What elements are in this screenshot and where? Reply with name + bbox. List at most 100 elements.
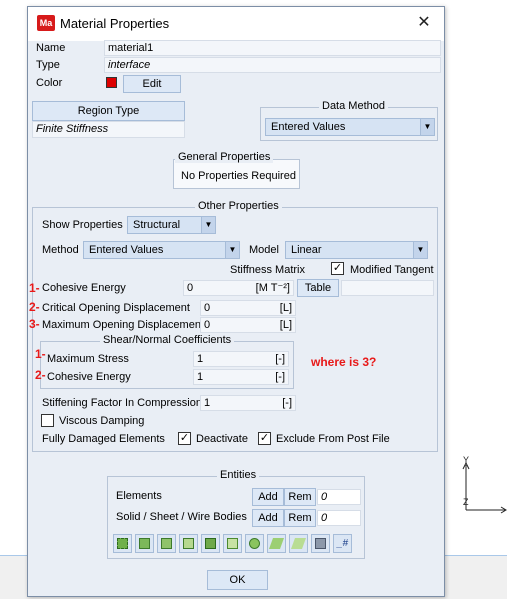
select-edges-icon[interactable] [157,534,176,553]
maximum-opening-label: Maximum Opening Displacement [42,319,205,331]
chevron-down-icon: ▼ [201,217,215,233]
shear-cohesive-energy-unit: [-] [275,371,285,383]
fully-damaged-label: Fully Damaged Elements [42,433,165,445]
type-label: Type [36,59,60,71]
select-box-icon[interactable] [223,534,242,553]
bodies-add-button[interactable]: Add [252,509,284,527]
modified-tangent-label: Modified Tangent [350,264,434,276]
color-label: Color [36,77,63,89]
region-type-button[interactable]: Region Type [32,101,185,121]
cohesive-energy-unit: [M T⁻²] [255,282,290,294]
selection-toolbar: _# [113,534,363,553]
viscous-damping-checkbox[interactable] [41,414,54,427]
app-logo-icon: Ma [37,15,55,31]
show-properties-value: Structural [133,219,181,231]
name-label: Name [36,42,66,54]
stiffening-factor-value: 1 [204,397,211,409]
model-label: Model [249,244,279,256]
exclude-post-file-label: Exclude From Post File [276,433,390,445]
show-properties-label: Show Properties [42,219,123,231]
select-faces-icon[interactable] [135,534,154,553]
viscous-damping-label: Viscous Damping [59,415,145,427]
edit-color-button[interactable]: Edit [123,75,181,93]
model-combo[interactable]: Linear ▼ [285,241,428,259]
elements-rem-button[interactable]: Rem [284,488,316,506]
stiffening-factor-label: Stiffening Factor In Compression [42,397,202,409]
exclude-post-file-checkbox[interactable]: ✓ [258,432,271,445]
pick-list-icon[interactable] [311,534,330,553]
cohesive-energy-field[interactable]: 0 [M T⁻²] [183,280,294,296]
maximum-stress-label: Maximum Stress [47,353,129,365]
select-all-icon[interactable] [113,534,132,553]
bodies-rem-button[interactable]: Rem [284,509,316,527]
method-combo[interactable]: Entered Values ▼ [83,241,240,259]
table-field[interactable] [341,280,434,296]
data-method-value: Entered Values [271,121,346,133]
critical-opening-label: Critical Opening Displacement [42,302,190,314]
name-field[interactable]: material1 [104,40,441,56]
shear-cohesive-energy-field[interactable]: 1 [-] [193,369,289,385]
critical-opening-field[interactable]: 0 [L] [200,300,296,316]
entities-title: Entities [217,469,260,481]
maximum-opening-value: 0 [204,319,211,331]
id-number-icon[interactable]: _# [333,534,352,553]
stiffness-matrix-label: Stiffness Matrix [230,264,305,276]
general-properties-value: No Properties Required [181,170,296,182]
bodies-count-field: 0 [317,510,361,526]
region-type-field: Finite Stiffness [32,121,185,138]
critical-opening-unit: [L] [279,302,292,314]
annotation-number-3: 3- [29,317,40,331]
elements-add-button[interactable]: Add [252,488,284,506]
select-surface-icon[interactable] [267,534,286,553]
maximum-stress-unit: [-] [275,353,285,365]
axis-y-label: Y [463,455,470,465]
chevron-down-icon: ▼ [225,242,239,258]
maximum-stress-value: 1 [197,353,204,365]
maximum-stress-field[interactable]: 1 [-] [193,351,289,367]
material-properties-dialog: Ma Material Properties ✕ Name material1 … [27,6,445,597]
window-title: Material Properties [60,16,170,31]
shear-normal-title: Shear/Normal Coefficients [100,334,235,346]
cohesive-energy-label: Cohesive Energy [42,282,126,294]
elements-label: Elements [116,490,162,502]
deactivate-checkbox[interactable]: ✓ [178,432,191,445]
maximum-opening-field[interactable]: 0 [L] [200,317,296,333]
ok-button[interactable]: OK [207,570,268,590]
shear-cohesive-energy-label: Cohesive Energy [47,371,131,383]
table-button[interactable]: Table [297,279,339,297]
other-properties-title: Other Properties [195,200,282,212]
select-nodes-icon[interactable] [179,534,198,553]
elements-count-field: 0 [317,489,361,505]
stiffening-factor-field[interactable]: 1 [-] [200,395,296,411]
type-field: interface [104,57,441,73]
select-shape-icon[interactable] [245,534,264,553]
shear-cohesive-energy-value: 1 [197,371,204,383]
close-icon[interactable]: ✕ [412,12,436,34]
cohesive-energy-value: 0 [187,282,194,294]
annotation-number-2: 2- [29,300,40,314]
color-swatch[interactable] [106,77,117,88]
data-method-title: Data Method [319,100,388,112]
title-bar: Ma Material Properties ✕ [28,7,444,41]
stiffening-factor-unit: [-] [282,397,292,409]
axis-z-label: Z [463,497,469,507]
annotation-text: where is 3? [311,355,377,369]
annotation-number-2: 2- [35,368,46,382]
deactivate-label: Deactivate [196,433,248,445]
method-value: Entered Values [89,244,164,256]
chevron-down-icon: ▼ [420,119,434,135]
bodies-label: Solid / Sheet / Wire Bodies [116,511,247,523]
maximum-opening-unit: [L] [279,319,292,331]
data-method-combo[interactable]: Entered Values ▼ [265,118,435,136]
select-elements-icon[interactable] [201,534,220,553]
model-value: Linear [291,244,322,256]
annotation-number-1: 1- [29,281,40,295]
general-properties-title: General Properties [175,151,274,163]
show-properties-combo[interactable]: Structural ▼ [127,216,216,234]
modified-tangent-checkbox[interactable]: ✓ [331,262,344,275]
annotation-number-1: 1- [35,347,46,361]
select-curve-icon[interactable] [289,534,308,553]
chevron-down-icon: ▼ [413,242,427,258]
critical-opening-value: 0 [204,302,211,314]
method-label: Method [42,244,79,256]
